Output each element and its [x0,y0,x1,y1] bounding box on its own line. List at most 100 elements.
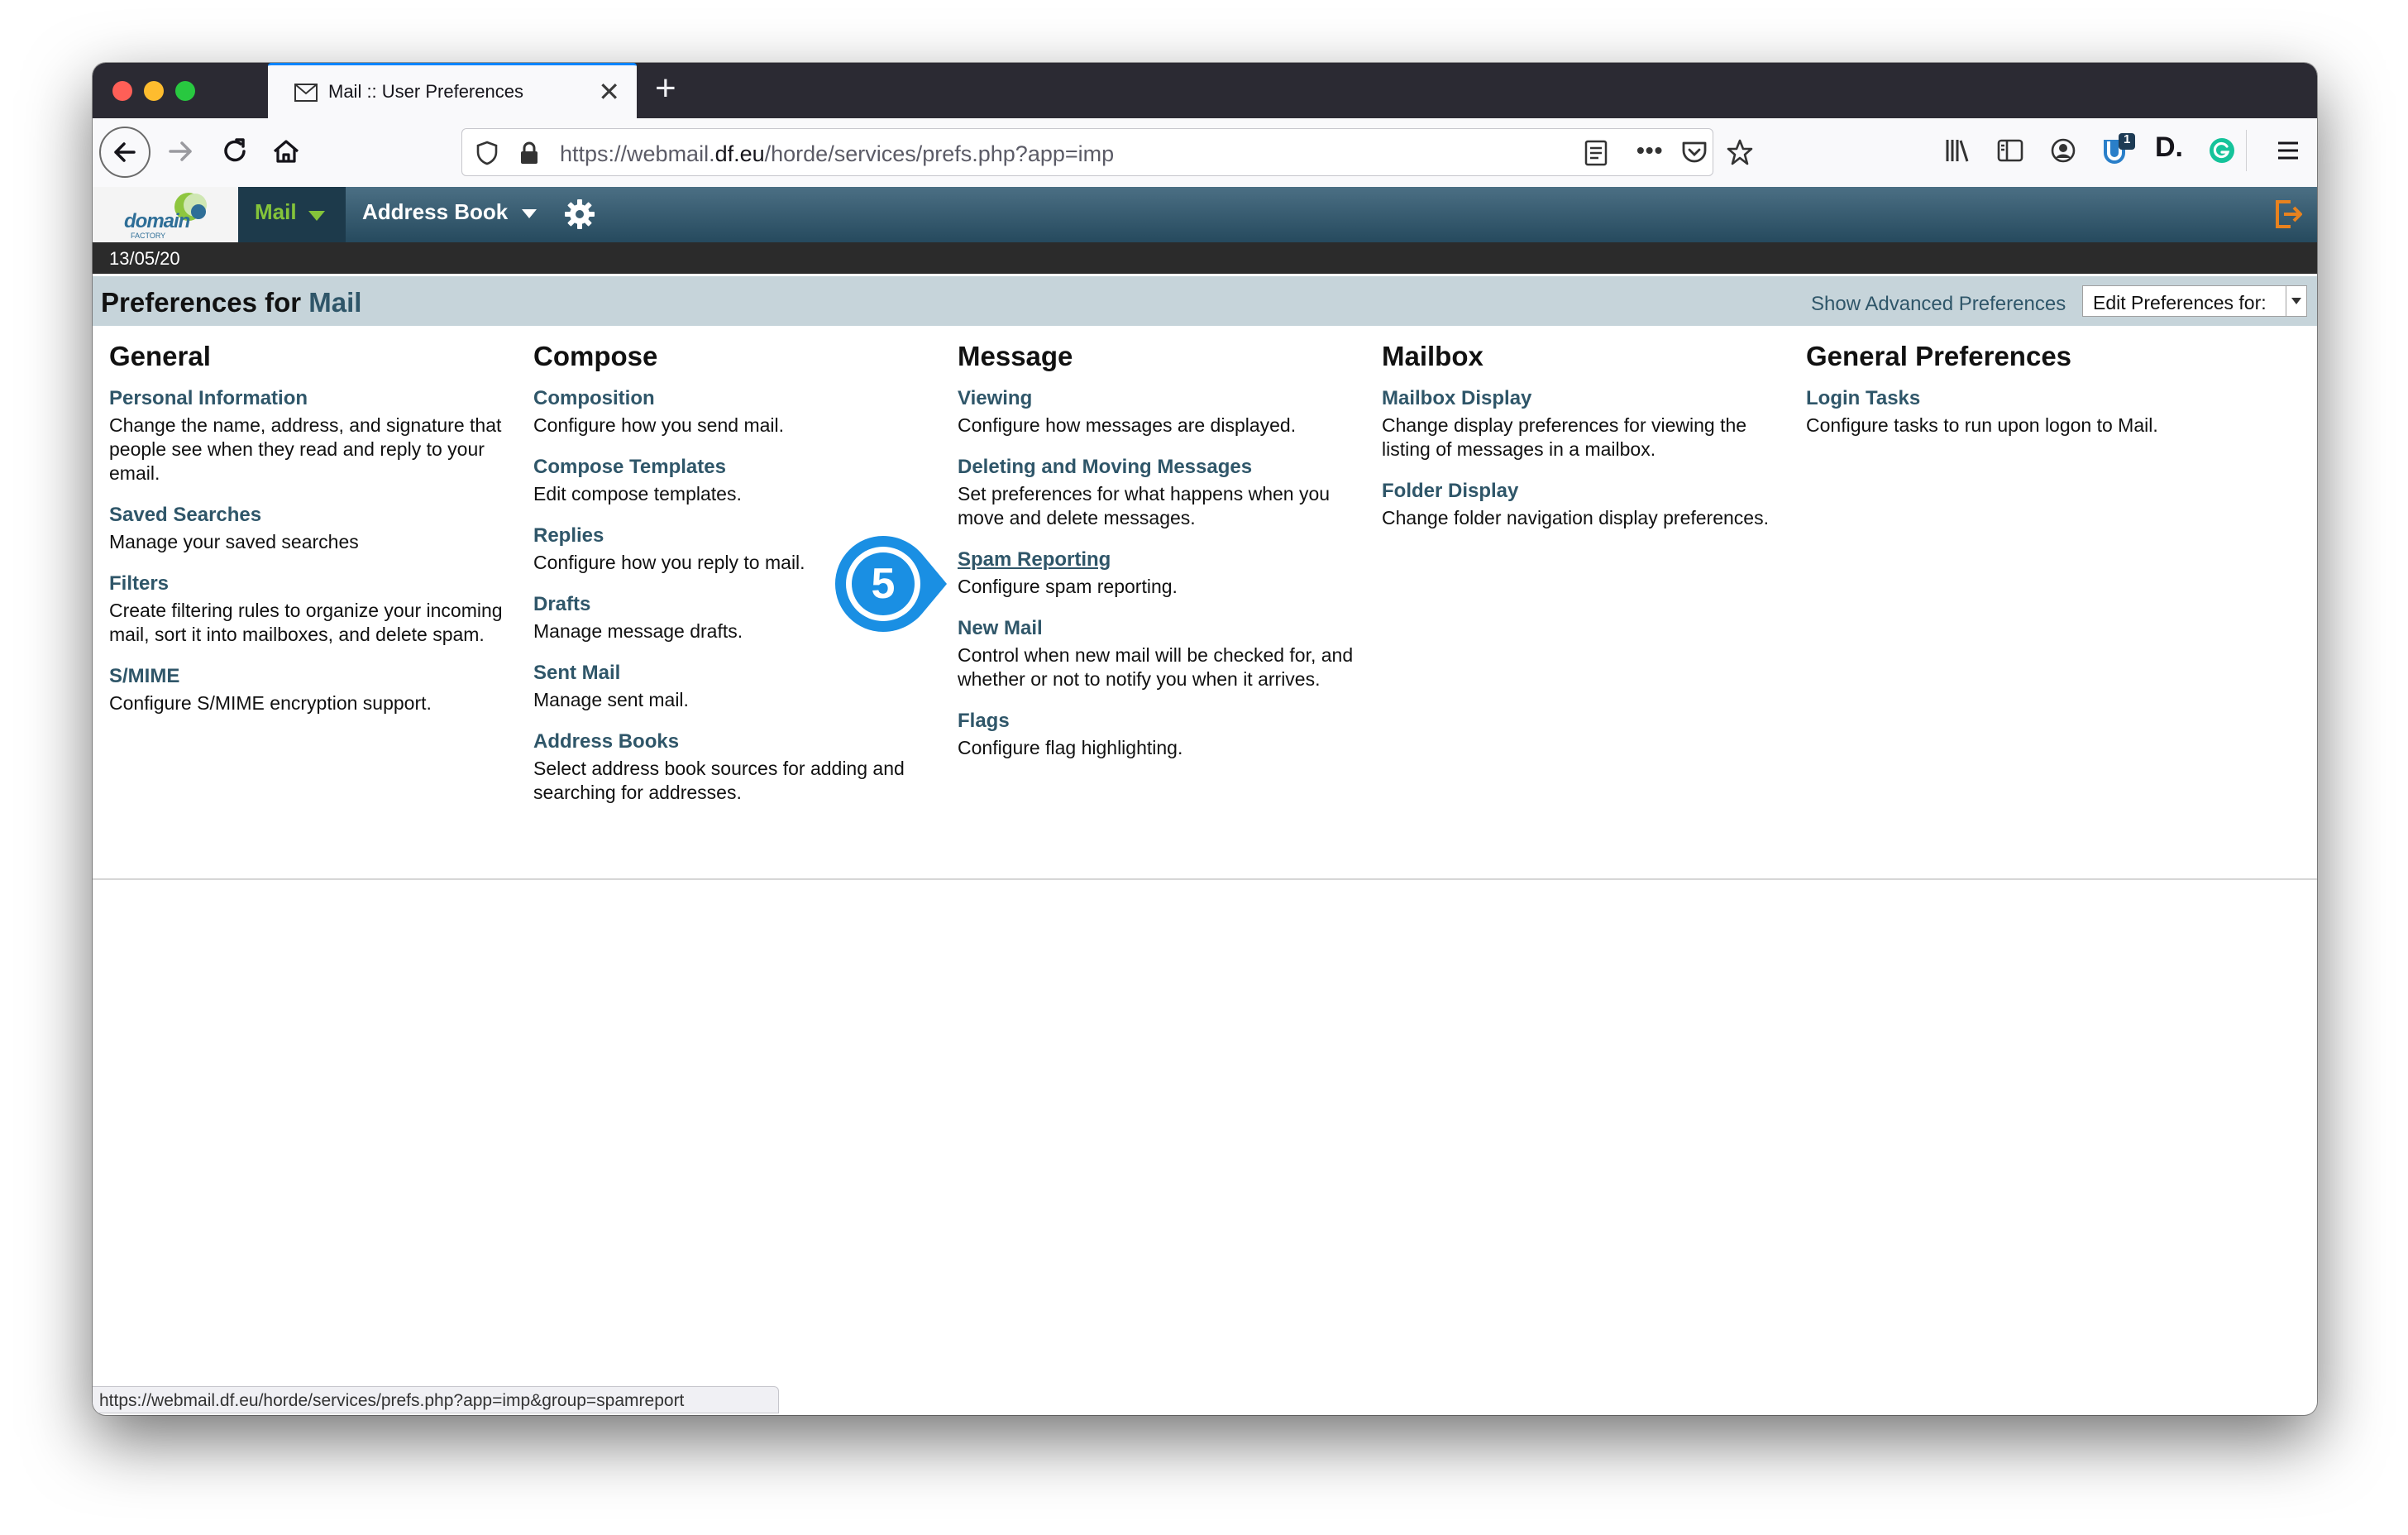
menu-mail-label: Mail [255,199,297,224]
pref-item: Filters Create filtering rules to organi… [109,572,506,647]
pref-description: Manage sent mail. [533,689,689,710]
pref-description: Edit compose templates. [533,483,742,504]
app-navigation-bar: domain FACTORY Mail Address Book [93,187,2317,242]
pref-item: Composition Configure how you send mail. [533,387,930,438]
column-heading: General [109,341,211,371]
shield-icon[interactable] [475,141,499,170]
lock-icon[interactable] [518,141,540,170]
pref-description: Select address book sources for adding a… [533,758,905,803]
domain-factory-logo[interactable]: domain FACTORY [93,187,238,242]
pref-link-personal-information[interactable]: Personal Information [109,387,506,410]
extension-d-icon[interactable]: D. [2155,132,2183,164]
forward-icon[interactable] [164,135,197,172]
pref-link-new-mail[interactable]: New Mail [958,617,1354,640]
close-tab-icon[interactable]: ✕ [598,76,620,108]
pref-item: Viewing Configure how messages are displ… [958,387,1354,438]
hamburger-menu-icon[interactable] [2276,138,2300,167]
callout-number: 5 [871,560,896,608]
menu-mail[interactable]: Mail [238,187,346,242]
tab-mail-user-preferences[interactable]: Mail :: User Preferences ✕ [268,63,637,118]
menu-address-book[interactable]: Address Book [362,199,538,225]
pref-link-saved-searches[interactable]: Saved Searches [109,504,506,527]
pref-description: Control when new mail will be checked fo… [958,644,1354,690]
url-bar[interactable]: https://webmail.df.eu/horde/services/pre… [461,128,1753,176]
page-title: Preferences for Mail [101,287,361,318]
pref-link-composition[interactable]: Composition [533,387,930,410]
pref-link-compose-templates[interactable]: Compose Templates [533,456,930,479]
reload-icon[interactable] [218,135,251,172]
pref-link-smime[interactable]: S/MIME [109,665,506,688]
show-advanced-preferences-link[interactable]: Show Advanced Preferences [1811,293,2066,316]
pref-link-address-books[interactable]: Address Books [533,730,930,753]
column-heading: Mailbox [1382,341,1484,371]
pref-description: Configure how you send mail. [533,414,784,436]
navigation-toolbar: https://webmail.df.eu/horde/services/pre… [93,118,2317,188]
menu-address-book-label: Address Book [362,199,509,224]
close-window-button[interactable] [112,81,132,101]
status-bar-link-preview: https://webmail.df.eu/horde/services/pre… [93,1386,779,1413]
pref-link-login-tasks[interactable]: Login Tasks [1806,387,2203,410]
url-prefix: https://webmail. [560,141,715,166]
pref-description: Configure S/MIME encryption support. [109,692,432,714]
logo-text: domain [124,210,190,232]
pref-link-deleting-and-moving-messages[interactable]: Deleting and Moving Messages [958,456,1354,479]
pref-item: Folder Display Change folder navigation … [1382,480,1779,530]
pref-item: Login Tasks Configure tasks to run upon … [1806,387,2203,438]
preferences-header: Preferences for Mail Show Advanced Prefe… [93,276,2317,326]
pref-link-flags[interactable]: Flags [958,710,1354,733]
pref-link-spam-reporting[interactable]: Spam Reporting [958,548,1354,571]
toolbar-divider [2246,130,2247,171]
pref-description: Configure flag highlighting. [958,737,1183,758]
new-tab-icon[interactable]: + [655,68,676,109]
pref-link-filters[interactable]: Filters [109,572,506,595]
url-host: df.eu [714,141,765,166]
logout-icon[interactable] [2272,198,2304,234]
column-message: Message Viewing Configure how messages a… [958,341,1354,778]
pref-item: Spam Reporting Configure spam reporting. [958,548,1354,599]
pref-item: Personal Information Change the name, ad… [109,387,506,485]
more-actions-icon[interactable]: ••• [1636,137,1663,164]
library-icon[interactable] [1943,136,1971,169]
date-bar: 13/05/20 [93,242,2317,274]
browser-window: Mail :: User Preferences ✕ + https://web [93,63,2317,1415]
pref-item: New Mail Control when new mail will be c… [958,617,1354,691]
pref-link-viewing[interactable]: Viewing [958,387,1354,410]
pref-link-sent-mail[interactable]: Sent Mail [533,662,930,685]
pref-description: Change display preferences for viewing t… [1382,414,1747,460]
minimize-window-button[interactable] [144,81,164,101]
column-general-preferences: General Preferences Login Tasks Configur… [1806,341,2203,456]
pocket-icon[interactable] [1681,140,1708,169]
dropdown-arrow-icon[interactable] [2286,286,2306,316]
edit-preferences-for-select[interactable]: Edit Preferences for: [2082,285,2307,317]
pref-item: Flags Configure flag highlighting. [958,710,1354,760]
current-date: 13/05/20 [109,248,180,269]
pref-item: S/MIME Configure S/MIME encryption suppo… [109,665,506,715]
content-divider [93,878,2317,880]
url-text[interactable]: https://webmail.df.eu/horde/services/pre… [560,141,1114,167]
pref-item: Saved Searches Manage your saved searche… [109,504,506,554]
grammarly-icon[interactable] [2208,136,2236,169]
pref-description: Change the name, address, and signature … [109,414,502,484]
extension-u-icon[interactable]: 1 [2100,132,2137,172]
back-button[interactable] [99,127,150,178]
url-path: /horde/services/prefs.php?app=imp [764,141,1115,166]
account-icon[interactable] [2049,136,2077,169]
home-icon[interactable] [270,135,303,172]
tab-title: Mail :: User Preferences [328,81,523,102]
zoom-window-button[interactable] [175,81,195,101]
column-general: General Personal Information Change the … [109,341,506,734]
pref-item: Deleting and Moving Messages Set prefere… [958,456,1354,530]
page-title-prefix: Preferences for [101,287,302,318]
reader-view-icon[interactable] [1584,140,1608,170]
bookmark-star-icon[interactable] [1726,138,1754,170]
pref-link-folder-display[interactable]: Folder Display [1382,480,1779,503]
back-arrow-icon [114,142,136,162]
envelope-icon [294,84,318,106]
address-book-caret-icon [521,209,537,218]
page-title-app: Mail [308,287,362,318]
pref-link-mailbox-display[interactable]: Mailbox Display [1382,387,1779,410]
sidebar-icon[interactable] [1996,136,2024,169]
column-heading: Message [958,341,1073,371]
pref-item: Sent Mail Manage sent mail. [533,662,930,712]
settings-gear-icon[interactable] [562,197,597,236]
